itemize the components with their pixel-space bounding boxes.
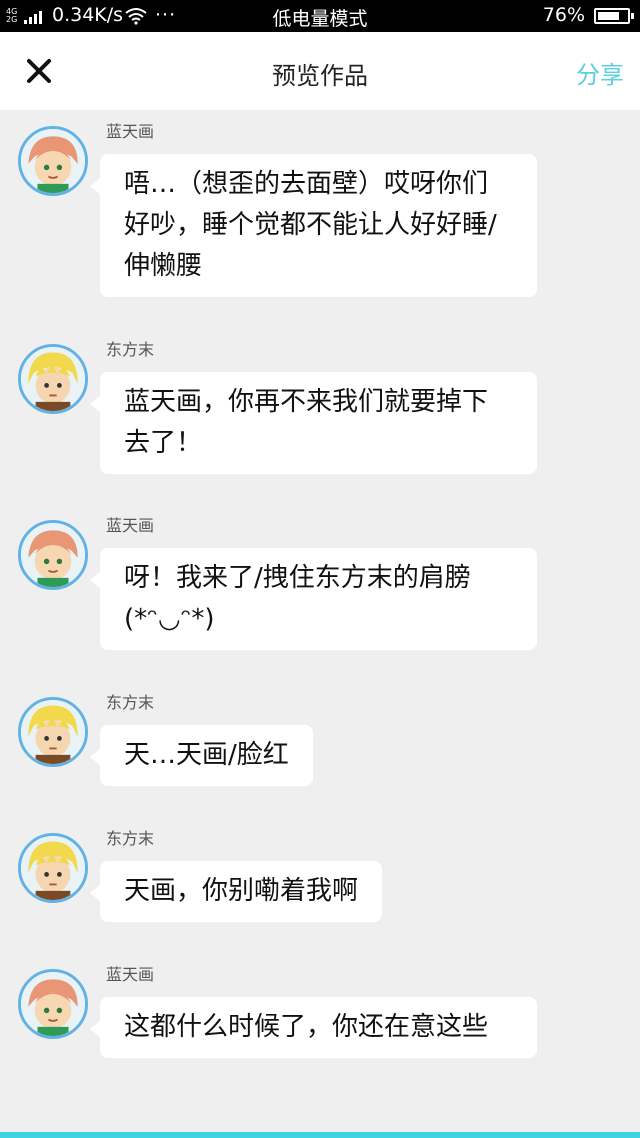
avatar[interactable] [18,697,88,767]
avatar[interactable] [18,833,88,903]
message-bubble: 蓝天画，你再不来我们就要掉下去了！ [90,372,537,474]
sender-name: 东方末 [106,693,155,712]
character-avatar-icon [21,347,85,411]
avatar[interactable] [18,520,88,590]
message-text: 呀！我来了/拽住东方末的肩膀(*ᵔ◡ᵔ*) [124,563,471,634]
sender-name: 蓝天画 [106,122,155,141]
avatar[interactable] [18,126,88,196]
page-title: 预览作品 [272,62,368,90]
header: 预览作品 分享 [0,32,640,110]
character-avatar-icon [21,523,85,587]
message-bubble: 天画，你别嘞着我啊 [89,861,383,922]
battery-fill [598,12,619,20]
avatar[interactable] [18,344,88,414]
message-bubble: 这都什么时候了，你还在意这些 [90,997,537,1058]
message-text: 唔…（想歪的去面壁）哎呀你们好吵，睡个觉都不能让人好好睡/伸懒腰 [124,169,497,281]
character-avatar-icon [21,700,85,764]
share-button[interactable]: 分享 [576,55,624,90]
battery-icon [594,8,634,24]
message-text: 这都什么时候了，你还在意这些 [124,1012,489,1042]
message-text: 蓝天画，你再不来我们就要掉下去了！ [124,387,489,458]
message-bubble: 唔…（想歪的去面壁）哎呀你们好吵，睡个觉都不能让人好好睡/伸懒腰 [90,154,537,297]
message-text: 天画，你别嘞着我啊 [124,876,359,906]
bottom-accent-bar [0,1132,640,1138]
sender-name: 东方末 [106,340,155,359]
character-avatar-icon [21,836,85,900]
character-avatar-icon [21,972,85,1036]
battery-percent: 76% [542,4,585,26]
close-icon[interactable] [24,56,54,86]
sender-name: 蓝天画 [106,516,155,535]
message-bubble: 天…天画/脸红 [90,725,313,786]
sender-name: 东方末 [106,829,155,848]
sender-name: 蓝天画 [106,965,155,984]
character-avatar-icon [21,129,85,193]
status-bar: 4G 2G 0.34K/s ··· 低电量模式 76% [0,0,640,32]
message-text: 天…天画/脸红 [124,740,289,770]
message-bubble: 呀！我来了/拽住东方末的肩膀(*ᵔ◡ᵔ*) [90,548,537,650]
avatar[interactable] [18,969,88,1039]
